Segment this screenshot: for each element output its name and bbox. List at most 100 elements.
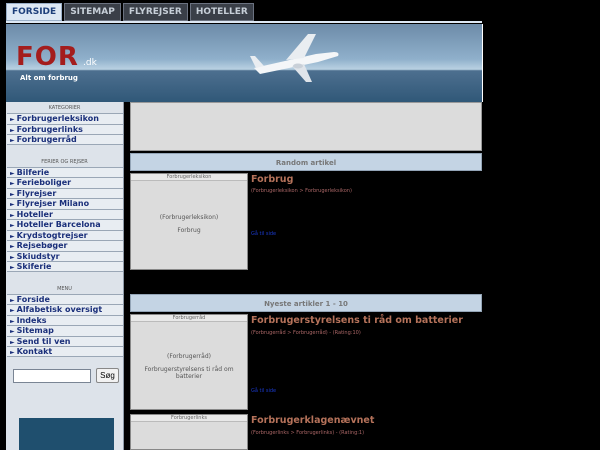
sidebar-item-label: Skiferie [16, 262, 52, 271]
arrow-right-icon: ► [10, 222, 15, 229]
newest-articles-heading: Nyeste artikler 1 - 10 [130, 294, 482, 312]
sidebar-item-label: Hoteller [16, 209, 53, 219]
sidebar-item-krydstogtrejser[interactable]: ► Krydstogtrejser [7, 229, 123, 240]
sidebar-item-forbrugerleksikon[interactable]: ► Forbrugerleksikon [7, 113, 123, 124]
tab-underline [6, 21, 482, 23]
sidebar-item-label: Bilferie [16, 167, 50, 177]
sidebar-item-label: Rejsebøger [16, 241, 68, 250]
arrow-right-icon: ► [10, 296, 15, 304]
article-thumbnail[interactable]: Forbrugerråd (Forbrugerråd) Forbrugersty… [130, 314, 248, 410]
tab-sitemap[interactable]: SITEMAP [64, 3, 121, 21]
newest-article: Forbrugerlinks Forbrugerklagenævnet (For… [130, 414, 482, 450]
sidebar-item-indeks[interactable]: ► Indeks [7, 314, 123, 325]
sidebar-item-label: Kontakt [16, 347, 53, 356]
sidebar-item-kontakt[interactable]: ► Kontakt [7, 346, 123, 357]
sidebar-item-send-til-ven[interactable]: ► Send til ven [7, 335, 123, 346]
sidebar-item-label: Ferieboliger [16, 178, 72, 187]
top-nav-tabs: FORSIDE SITEMAP FLYREJSER HOTELLER [6, 3, 256, 21]
arrow-right-icon: ► [10, 253, 15, 261]
article-meta: (Forbrugerlinks > Forbrugerlinks) - (Rat… [251, 430, 365, 436]
thumb-title: Forbrugerleksikon [131, 174, 247, 181]
sidebar-item-label: Send til ven [16, 336, 71, 346]
arrow-right-icon: ► [10, 201, 15, 208]
thumb-title: Forbrugerråd [131, 315, 247, 322]
thumb-category: (Forbrugerråd) [167, 353, 211, 360]
arrow-right-icon: ► [10, 126, 15, 134]
sidebar-section-title: MENU [57, 285, 72, 292]
arrow-right-icon: ► [10, 232, 15, 240]
sidebar-item-label: Forbrugerlinks [16, 124, 83, 134]
sidebar: KATEGORIER ► Forbrugerleksikon ► Forbruger… [6, 102, 124, 450]
arrow-right-icon: ► [10, 190, 15, 198]
sidebar-item-forside[interactable]: ► Forside [7, 293, 123, 304]
sidebar-item-label: Krydstogtrejser [16, 230, 88, 240]
article-meta: (Forbrugerleksikon > Forbrugerleksikon) [251, 188, 352, 194]
sidebar-item-label: Alfabetisk oversigt [16, 305, 103, 314]
sidebar-item-skiudstyr[interactable]: ► Skiudstyr [7, 250, 123, 261]
sidebar-item-forbrugerraad[interactable]: ► Forbrugerråd [7, 134, 123, 145]
tab-hoteller[interactable]: HOTELLER [189, 3, 254, 21]
random-article: Forbrugerleksikon (Forbrugerleksikon) Fo… [130, 173, 482, 270]
sidebar-item-sitemap[interactable]: ► Sitemap [7, 325, 123, 336]
site-logo[interactable]: FOR [16, 42, 79, 72]
sidebar-item-flyrejser[interactable]: ► Flyrejser [7, 187, 123, 198]
tab-forside[interactable]: FORSIDE [6, 3, 63, 21]
thumb-name: Forbrugerstyrelsens ti råd om batterier [144, 366, 234, 380]
sidebar-item-label: Flyrejser [16, 188, 57, 198]
site-tagline: Alt om forbrug [20, 74, 78, 82]
arrow-right-icon: ► [10, 349, 15, 356]
sidebar-item-ferieboliger[interactable]: ► Ferieboliger [7, 177, 123, 188]
sidebar-item-label: Indeks [16, 315, 47, 325]
sidebar-travel: ► Bilferie ► Ferieboliger ► Flyrejser ► Flyr… [7, 166, 123, 272]
arrow-right-icon: ► [10, 243, 15, 250]
arrow-right-icon: ► [10, 328, 15, 335]
sidebar-categories: ► Forbrugerleksikon ► Forbrugerlinks ► Forb… [7, 113, 123, 145]
arrow-right-icon: ► [10, 338, 15, 346]
arrow-right-icon: ► [10, 137, 15, 144]
article-title[interactable]: Forbrug [251, 174, 293, 185]
sidebar-item-label: Sitemap [16, 326, 54, 335]
sidebar-item-label: Forbrugerleksikon [16, 114, 99, 123]
random-article-heading: Random artikel [130, 153, 482, 171]
sidebar-item-label: Hoteller Barcelona [16, 220, 101, 229]
sidebar-item-hoteller[interactable]: ► Hoteller [7, 208, 123, 219]
sidebar-item-forbrugerlinks[interactable]: ► Forbrugerlinks [7, 123, 123, 134]
newest-article: Forbrugerråd (Forbrugerråd) Forbrugersty… [130, 314, 482, 410]
article-thumbnail[interactable]: Forbrugerleksikon (Forbrugerleksikon) Fo… [130, 173, 248, 270]
article-title[interactable]: Forbrugerklagenævnet [251, 415, 374, 426]
arrow-right-icon: ► [10, 169, 15, 177]
banner-edge [482, 24, 483, 102]
search-input[interactable] [13, 368, 91, 383]
sidebar-item-alfabetisk-oversigt[interactable]: ► Alfabetisk oversigt [7, 304, 123, 315]
sidebar-menu: ► Forside ► Alfabetisk oversigt ► Indeks ► S… [7, 293, 123, 357]
arrow-right-icon: ► [10, 307, 15, 314]
sidebar-section-title: FERIER OG REJSER [41, 158, 88, 165]
arrow-right-icon: ► [10, 211, 15, 219]
article-link[interactable]: Gå til side [251, 231, 276, 237]
page: FORSIDE SITEMAP FLYREJSER HOTELLER FOR .… [0, 0, 600, 450]
search-form: Søg [13, 368, 119, 383]
sidebar-item-label: Skiudstyr [16, 251, 60, 261]
article-meta: (Forbrugerråd > Forbrugerråd) - (Rating:… [251, 330, 361, 336]
arrow-right-icon: ► [10, 116, 15, 123]
sidebar-item-bilferie[interactable]: ► Bilferie [7, 166, 123, 177]
article-link[interactable]: Gå til side [251, 388, 276, 394]
thumb-title: Forbrugerlinks [131, 415, 247, 422]
search-button[interactable]: Søg [96, 368, 119, 383]
article-title[interactable]: Forbrugerstyrelsens ti råd om batterier [251, 315, 463, 326]
article-thumbnail[interactable]: Forbrugerlinks [130, 414, 248, 450]
sidebar-item-hoteller-barcelona[interactable]: ► Hoteller Barcelona [7, 219, 123, 230]
arrow-right-icon: ► [10, 180, 15, 187]
sidebar-banner-image [19, 418, 114, 450]
sidebar-item-label: Forbrugerråd [16, 135, 77, 144]
airplane-icon [250, 34, 339, 82]
sidebar-item-label: Flyrejser Milano [16, 199, 90, 208]
tab-flyrejser[interactable]: FLYREJSER [122, 3, 188, 21]
thumb-category: (Forbrugerleksikon) [159, 214, 219, 221]
sidebar-item-rejseboger[interactable]: ► Rejsebøger [7, 240, 123, 251]
header-banner: FOR .dk Alt om forbrug [6, 24, 482, 102]
arrow-right-icon: ► [10, 264, 15, 271]
sidebar-item-flyrejser-milano[interactable]: ► Flyrejser Milano [7, 198, 123, 209]
sidebar-item-skiferie[interactable]: ► Skiferie [7, 261, 123, 272]
sidebar-section-title: KATEGORIER [48, 105, 81, 111]
